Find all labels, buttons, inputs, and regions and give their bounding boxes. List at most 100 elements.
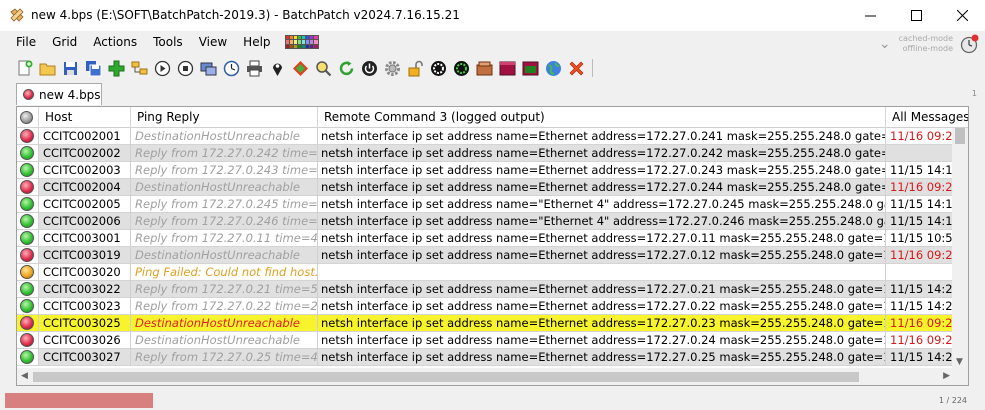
power-icon[interactable]: [359, 58, 380, 79]
maximize-icon: [910, 10, 922, 21]
tab-new-4-bps[interactable]: new 4.bps: [16, 83, 102, 105]
terminal-red-icon[interactable]: [497, 58, 518, 79]
all-messages-cell: 11/16 09:29:: [886, 128, 953, 145]
play-icon[interactable]: [152, 58, 173, 79]
menu-bar: File Grid Actions Tools View Help: [0, 31, 985, 53]
remote-command-cell: netsh interface ip set address name=Ethe…: [318, 349, 886, 366]
scroll-down-arrow-icon[interactable]: ▼: [956, 357, 963, 367]
aperture-icon[interactable]: [428, 58, 449, 79]
add-host-icon[interactable]: [106, 58, 127, 79]
table-row[interactable]: CCITC003023 Reply from 172.27.0.22 time=2…: [17, 298, 953, 315]
column-header-host[interactable]: Host: [39, 107, 131, 128]
table-row[interactable]: CCITC003020 Ping Failed: Could not find h…: [17, 264, 953, 281]
all-messages-cell: 11/15 14:21:: [886, 281, 953, 298]
host-grid[interactable]: Host Ping Reply Remote Command 3 (logged…: [16, 106, 969, 386]
table-row[interactable]: CCITC003027 Reply from 172.27.0.25 time=4…: [17, 349, 953, 366]
table-row[interactable]: CCITC003025 DestinationHostUnreachable net…: [17, 315, 953, 332]
table-row[interactable]: CCITC002004 DestinationHostUnreachable net…: [17, 179, 953, 196]
status-orange-icon: [20, 265, 34, 279]
vertical-scrollbar[interactable]: ▼: [952, 128, 968, 370]
table-row[interactable]: CCITC003026 DestinationHostUnreachable net…: [17, 332, 953, 349]
ping-reply-cell: DestinationHostUnreachable: [131, 179, 318, 196]
scroll-right-arrow-icon[interactable]: ▶: [943, 371, 950, 381]
menu-view[interactable]: View: [191, 31, 235, 53]
table-row[interactable]: CCITC002002 Reply from 172.27.0.242 time=…: [17, 145, 953, 162]
status-cell: [17, 349, 39, 366]
all-messages-cell: 11/15 14:20:: [886, 349, 953, 366]
menu-actions[interactable]: Actions: [85, 31, 145, 53]
horizontal-scroll-thumb[interactable]: [33, 372, 859, 382]
open-folder-icon[interactable]: [37, 58, 58, 79]
all-messages-cell: 11/16 09:29:: [886, 332, 953, 349]
remove-x-icon[interactable]: [566, 58, 587, 79]
unlock-icon[interactable]: [405, 58, 426, 79]
menu-file[interactable]: File: [8, 31, 44, 53]
all-messages-cell: [886, 145, 953, 162]
remote-command-cell: netsh interface ip set address name="Eth…: [318, 196, 886, 213]
all-messages-cell: 11/15 14:20:: [886, 298, 953, 315]
package-icon[interactable]: [474, 58, 495, 79]
table-row[interactable]: CCITC002005 Reply from 172.27.0.245 time=…: [17, 196, 953, 213]
globe-icon[interactable]: [543, 58, 564, 79]
deploy-icon[interactable]: [290, 58, 311, 79]
group-icon[interactable]: [129, 58, 150, 79]
remote-command-cell: netsh interface ip set address name=Ethe…: [318, 247, 886, 264]
horizontal-scrollbar[interactable]: ◀ ▶: [17, 368, 968, 385]
scroll-left-arrow-icon[interactable]: ◀: [21, 371, 28, 381]
status-cell: [17, 128, 39, 145]
stop-icon[interactable]: [175, 58, 196, 79]
save-icon[interactable]: [60, 58, 81, 79]
column-header-ping-reply[interactable]: Ping Reply: [131, 107, 318, 128]
host-cell: CCITC003027: [39, 349, 131, 366]
location-pin-icon[interactable]: [267, 58, 288, 79]
cached-mode-label: cached-mode: [898, 34, 953, 43]
status-cell: [17, 179, 39, 196]
search-magnifier-icon[interactable]: [313, 58, 334, 79]
maximize-button[interactable]: [893, 0, 939, 31]
remote-desktop-icon[interactable]: [198, 58, 219, 79]
menu-tools[interactable]: Tools: [145, 31, 191, 53]
menu-help[interactable]: Help: [235, 31, 278, 53]
host-cell: CCITC003001: [39, 230, 131, 247]
table-row[interactable]: CCITC003019 DestinationHostUnreachable net…: [17, 247, 953, 264]
column-header-remote-command[interactable]: Remote Command 3 (logged output): [318, 107, 886, 128]
header-status-column[interactable]: [17, 107, 39, 128]
terminal-green-icon[interactable]: [520, 58, 541, 79]
new-grid-icon[interactable]: [14, 58, 35, 79]
host-cell: CCITC002002: [39, 145, 131, 162]
refresh-icon[interactable]: [336, 58, 357, 79]
offline-mode-label: offline-mode: [902, 44, 953, 53]
mode-indicator: ⌄ cached-mode offline-mode: [879, 31, 979, 57]
timer-clock-icon[interactable]: [959, 34, 979, 54]
status-green-icon: [20, 231, 34, 245]
clock-icon[interactable]: [221, 58, 242, 79]
status-cell: [17, 264, 39, 281]
status-cell: [17, 281, 39, 298]
table-row[interactable]: CCITC003001 Reply from 172.27.0.11 time=4…: [17, 230, 953, 247]
close-button[interactable]: [939, 0, 985, 31]
vertical-scroll-thumb[interactable]: [955, 128, 965, 144]
host-cell: CCITC002004: [39, 179, 131, 196]
status-header-icon: [20, 111, 33, 124]
chevron-down-icon[interactable]: ⌄: [879, 36, 891, 52]
table-row[interactable]: CCITC003022 Reply from 172.27.0.21 time=5…: [17, 281, 953, 298]
table-row[interactable]: CCITC002003 Reply from 172.27.0.243 time=…: [17, 162, 953, 179]
ping-reply-cell: Reply from 172.27.0.243 time=14ms: [131, 162, 318, 179]
all-messages-cell: 11/15 10:52:: [886, 230, 953, 247]
minimize-button[interactable]: [847, 0, 893, 31]
host-cell: CCITC002006: [39, 213, 131, 230]
settings-gear-icon[interactable]: [382, 58, 403, 79]
status-cell: [17, 332, 39, 349]
window-title: new 4.bps (E:\SOFT\BatchPatch-2019.3) - …: [31, 8, 460, 22]
ping-reply-cell: Reply from 172.27.0.11 time=4ms: [131, 230, 318, 247]
grid-rows: CCITC002001 DestinationHostUnreachable net…: [17, 128, 953, 366]
aperture-green-icon[interactable]: [451, 58, 472, 79]
table-row[interactable]: CCITC002001 DestinationHostUnreachable net…: [17, 128, 953, 145]
remote-command-cell: netsh interface ip set address name=Ethe…: [318, 230, 886, 247]
color-palette-icon[interactable]: [284, 35, 319, 49]
save-all-icon[interactable]: [83, 58, 104, 79]
column-header-all-messages[interactable]: All Messages: [886, 107, 968, 128]
table-row[interactable]: CCITC002006 Reply from 172.27.0.246 time=…: [17, 213, 953, 230]
menu-grid[interactable]: Grid: [44, 31, 85, 53]
printer-icon[interactable]: [244, 58, 265, 79]
